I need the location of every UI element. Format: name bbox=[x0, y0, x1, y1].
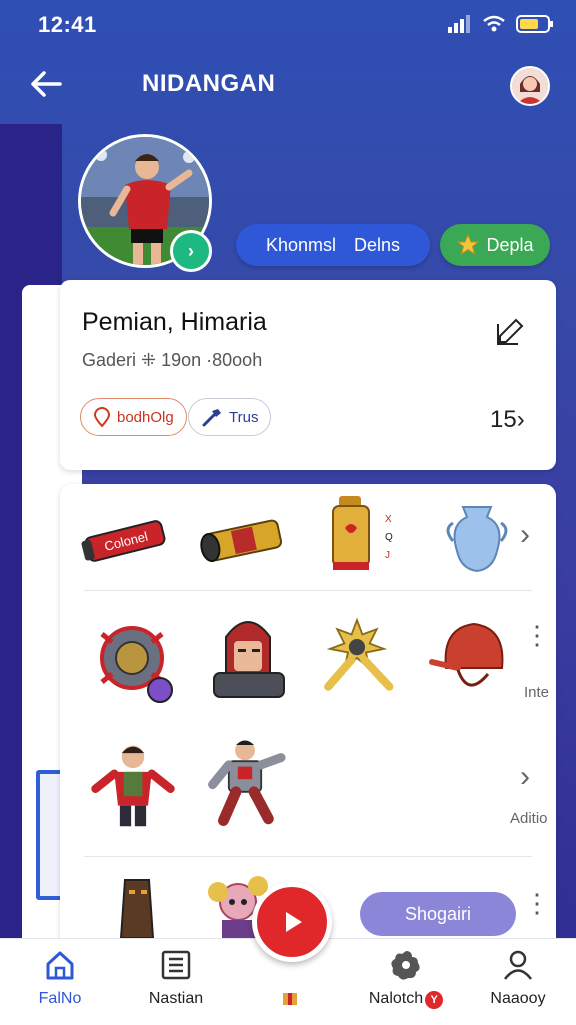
nav-profile-label: Naaooy bbox=[490, 990, 546, 1007]
secondary-action-pill[interactable]: Depla bbox=[440, 224, 550, 266]
tool-chip[interactable]: Trus bbox=[188, 398, 272, 436]
pill-secondary-label: Depla bbox=[486, 234, 534, 255]
grid-item-robot[interactable] bbox=[204, 610, 294, 700]
star-icon bbox=[457, 233, 480, 256]
nav-list[interactable]: Nastian bbox=[128, 948, 224, 1008]
shield-item-icon bbox=[100, 626, 173, 703]
pin-icon bbox=[93, 407, 111, 427]
grid-item-shield[interactable] bbox=[88, 616, 178, 706]
edit-icon[interactable] bbox=[494, 314, 528, 348]
grid-item-helmet[interactable] bbox=[428, 612, 518, 702]
play-icon bbox=[286, 912, 302, 932]
row3-chevron-icon[interactable]: › bbox=[520, 760, 530, 794]
grid-item-cylinder[interactable] bbox=[196, 496, 286, 586]
verified-badge-icon: › bbox=[170, 230, 212, 272]
grid-item-fighter[interactable] bbox=[88, 740, 178, 830]
nav-center-indicator bbox=[282, 992, 298, 1011]
battery-icon bbox=[516, 15, 553, 33]
banner-item-icon: Colonel bbox=[81, 520, 166, 562]
grid-item-key[interactable] bbox=[312, 612, 402, 702]
list-icon bbox=[161, 950, 191, 980]
home-icon bbox=[46, 951, 74, 980]
status-time: 12:41 bbox=[38, 12, 97, 37]
profile-name: Pemian, Himaria bbox=[82, 308, 267, 336]
row4-more-icon[interactable]: ⋮ bbox=[524, 890, 550, 916]
nav-home-label: FalNo bbox=[38, 990, 82, 1007]
bell-item-icon: X Q J bbox=[332, 496, 393, 570]
profile-subtitle: Gaderi ⁜ 19on ·80ooh bbox=[82, 350, 263, 370]
nav-notifications-text: Nalotch bbox=[368, 990, 424, 1007]
primary-action-pill[interactable]: Khonmsl Delns bbox=[236, 224, 430, 266]
nav-home[interactable]: FalNo bbox=[12, 948, 108, 1008]
back-arrow-icon[interactable] bbox=[26, 64, 66, 104]
person-icon bbox=[504, 950, 532, 980]
notification-badge: Y bbox=[425, 991, 444, 1009]
row-divider bbox=[84, 856, 532, 857]
status-icons bbox=[448, 14, 554, 34]
grid-item-vase[interactable] bbox=[432, 494, 522, 584]
row2-side-label: Inte bbox=[524, 684, 550, 701]
nav-notifications[interactable]: Nalotch Y bbox=[356, 948, 456, 1009]
pill-label-left: Khonmsl bbox=[265, 234, 336, 255]
account-avatar[interactable] bbox=[510, 66, 550, 106]
gear-flower-icon bbox=[391, 951, 420, 980]
chip-two-label: Trus bbox=[229, 408, 259, 426]
robot-head-item-icon bbox=[213, 621, 285, 698]
svg-text:Q: Q bbox=[385, 532, 393, 543]
signal-icon bbox=[448, 15, 470, 33]
row1-chevron-icon[interactable]: › bbox=[520, 518, 530, 552]
cta-label: Shogairi bbox=[404, 903, 472, 924]
wifi-icon bbox=[483, 15, 505, 32]
row3-side-label: Aditio bbox=[510, 810, 548, 827]
grid-item-banner[interactable]: Colonel bbox=[80, 496, 170, 586]
shop-cta-button[interactable]: Shogairi bbox=[360, 892, 516, 936]
chip-one-label: bodhOlg bbox=[117, 408, 174, 426]
flag-icon bbox=[283, 993, 297, 1005]
fighter-figure-icon bbox=[91, 745, 175, 827]
armored-figure-icon bbox=[208, 740, 286, 826]
stat-count[interactable]: 15› bbox=[490, 406, 525, 434]
grid-item-bell[interactable]: X Q J bbox=[318, 490, 408, 580]
helmet-item-icon bbox=[429, 622, 504, 687]
golden-key-item-icon bbox=[324, 617, 394, 691]
pill-label-right: Delns bbox=[354, 234, 401, 255]
page-title: NIDANGAN bbox=[142, 70, 276, 97]
row2-more-icon[interactable]: ⋮ bbox=[524, 622, 550, 648]
hammer-icon bbox=[202, 409, 221, 427]
row-divider bbox=[84, 590, 532, 591]
grid-item-totem[interactable] bbox=[92, 872, 182, 938]
nav-notifications-label: Nalotch Y bbox=[368, 990, 444, 1009]
location-chip[interactable]: bodhOlg bbox=[80, 398, 187, 436]
svg-text:J: J bbox=[385, 550, 390, 561]
totem-figure-icon bbox=[119, 879, 155, 938]
grid-item-armored[interactable] bbox=[200, 736, 290, 826]
user-avatar-icon bbox=[512, 68, 548, 104]
svg-text:X: X bbox=[385, 514, 392, 525]
nav-profile[interactable]: Naaooy bbox=[470, 948, 566, 1008]
nav-list-label: Nastian bbox=[148, 990, 204, 1007]
cylinder-item-icon bbox=[200, 519, 283, 563]
vase-item-icon bbox=[446, 506, 508, 573]
play-fab-button[interactable] bbox=[252, 882, 332, 962]
